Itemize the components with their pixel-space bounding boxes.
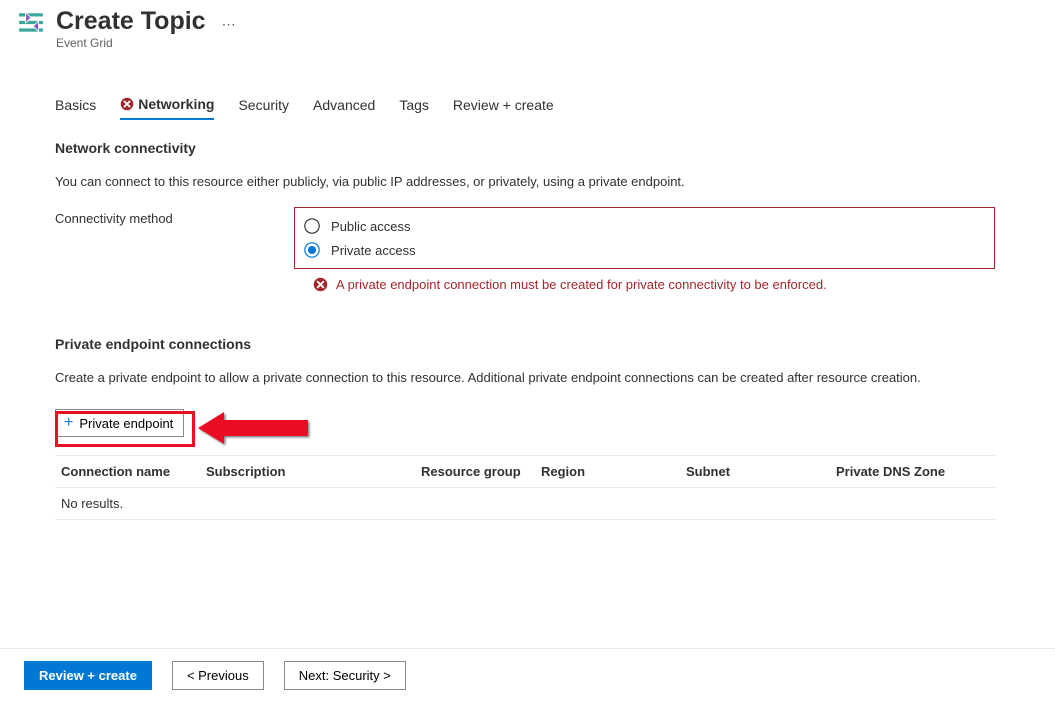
next-button[interactable]: Next: Security >: [284, 661, 406, 690]
tab-basics[interactable]: Basics: [55, 96, 96, 120]
plus-icon: +: [64, 415, 73, 431]
tab-networking[interactable]: Networking: [120, 96, 214, 120]
main-content: Network connectivity You can connect to …: [0, 120, 995, 520]
validation-error-text: A private endpoint connection must be cr…: [336, 277, 827, 292]
tab-review[interactable]: Review + create: [453, 96, 554, 120]
col-dns-zone: Private DNS Zone: [836, 464, 986, 479]
tab-security[interactable]: Security: [238, 96, 289, 120]
radio-public-label: Public access: [331, 219, 410, 234]
tab-networking-label: Networking: [138, 96, 214, 112]
page-header: Create Topic Event Grid ⋯: [0, 0, 1055, 50]
private-endpoint-heading: Private endpoint connections: [55, 336, 995, 352]
col-subnet: Subnet: [686, 464, 836, 479]
network-connectivity-desc: You can connect to this resource either …: [55, 174, 995, 189]
error-icon: [120, 97, 134, 111]
event-grid-icon: [18, 10, 44, 36]
wizard-footer: Review + create < Previous Next: Securit…: [0, 648, 1055, 702]
radio-private-label: Private access: [331, 243, 416, 258]
table-empty-text: No results.: [61, 496, 123, 511]
radio-public-access[interactable]: [303, 217, 321, 235]
more-menu-icon[interactable]: ⋯: [222, 16, 236, 33]
validation-error: A private endpoint connection must be cr…: [313, 277, 995, 292]
network-connectivity-heading: Network connectivity: [55, 140, 995, 156]
col-subscription: Subscription: [206, 464, 421, 479]
add-private-endpoint-button[interactable]: + Private endpoint: [55, 409, 184, 437]
page-subtitle: Event Grid: [56, 36, 206, 50]
add-private-endpoint-label: Private endpoint: [79, 416, 173, 431]
tab-tags[interactable]: Tags: [399, 96, 429, 120]
connectivity-method-row: Connectivity method Public access Privat…: [55, 207, 995, 269]
error-icon: [313, 277, 328, 292]
table-header: Connection name Subscription Resource gr…: [55, 456, 995, 487]
col-region: Region: [541, 464, 686, 479]
page-title: Create Topic: [56, 6, 206, 36]
private-endpoint-table: Connection name Subscription Resource gr…: [55, 455, 995, 520]
col-resource-group: Resource group: [421, 464, 541, 479]
previous-button[interactable]: < Previous: [172, 661, 264, 690]
connectivity-method-label: Connectivity method: [55, 207, 294, 226]
tab-advanced[interactable]: Advanced: [313, 96, 375, 120]
radio-private-access[interactable]: [303, 241, 321, 259]
tab-strip: Basics Networking Security Advanced Tags…: [55, 96, 1055, 120]
table-row: No results.: [55, 487, 995, 520]
col-connection-name: Connection name: [61, 464, 206, 479]
connectivity-radio-group: Public access Private access: [294, 207, 995, 269]
review-create-button[interactable]: Review + create: [24, 661, 152, 690]
private-endpoint-desc: Create a private endpoint to allow a pri…: [55, 370, 995, 385]
